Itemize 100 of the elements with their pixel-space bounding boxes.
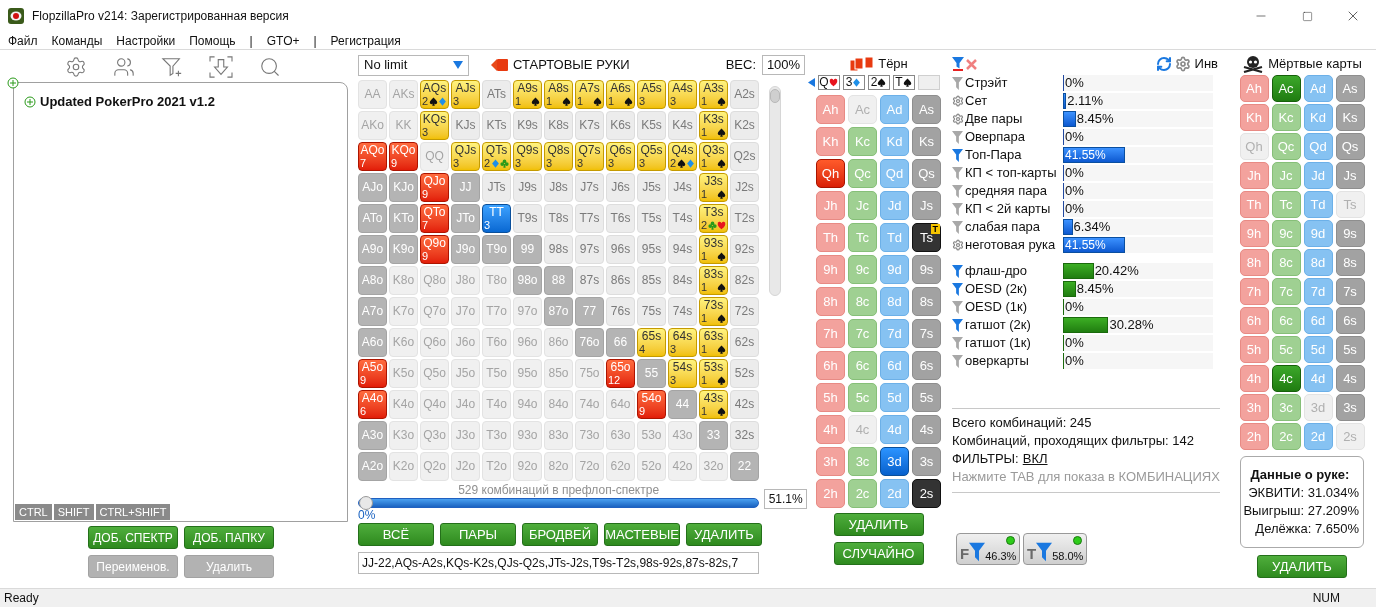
hand-cell[interactable]: Q6s 3	[606, 142, 635, 171]
hand-cell[interactable]: 77	[575, 297, 604, 326]
hand-cell[interactable]: A3s 1	[699, 80, 728, 109]
expand-icon[interactable]	[22, 95, 38, 108]
hand-cell[interactable]: K9o	[389, 235, 418, 264]
hand-cell[interactable]: 87o	[544, 297, 573, 326]
card-tile[interactable]: 4s	[1335, 365, 1365, 392]
card-tile[interactable]: 7c	[1271, 278, 1301, 305]
filter-preset-button[interactable]: T 58.0%	[1023, 533, 1087, 565]
hand-cell[interactable]: J6s	[606, 173, 635, 202]
hand-cell[interactable]: 72o	[575, 452, 604, 481]
hand-cell[interactable]: A3o	[358, 421, 387, 450]
hand-cell[interactable]: AQs 2	[420, 80, 449, 109]
hand-cell[interactable]: T3o	[482, 421, 511, 450]
card-tile[interactable]: 7s	[912, 319, 941, 348]
card-tile[interactable]: 9h	[1239, 220, 1269, 247]
hand-cell[interactable]: QTo 7	[420, 204, 449, 233]
board-card[interactable]: T	[892, 75, 915, 90]
hand-cell[interactable]: K2s	[730, 111, 759, 140]
hand-cell[interactable]: 44	[668, 390, 697, 419]
card-tile[interactable]: 2d	[1303, 423, 1333, 450]
hand-cell[interactable]: K8o	[389, 266, 418, 295]
hand-cell[interactable]: T2o	[482, 452, 511, 481]
menu-item[interactable]: |	[313, 31, 317, 50]
card-tile[interactable]: Js	[912, 191, 941, 220]
hand-cell[interactable]: 83s 1	[699, 266, 728, 295]
hand-cell[interactable]: 54o 9	[637, 390, 666, 419]
hand-cell[interactable]: 76s	[606, 297, 635, 326]
hand-cell[interactable]: A4s 3	[668, 80, 697, 109]
card-tile[interactable]: Tc	[848, 223, 877, 252]
hand-cell[interactable]: A2s	[730, 80, 759, 109]
hand-cell[interactable]: Q8o	[420, 266, 449, 295]
hand-cell[interactable]: 62s	[730, 328, 759, 357]
card-tile[interactable]: 3d	[880, 447, 909, 476]
hand-cell[interactable]: Q3o	[420, 421, 449, 450]
filter-preset-button[interactable]: F 46.3%	[956, 533, 1020, 565]
card-tile[interactable]: Ac	[848, 95, 877, 124]
hand-cell[interactable]: AKs	[389, 80, 418, 109]
hand-cell[interactable]: TT 3	[482, 204, 511, 233]
card-tile[interactable]: Th	[1239, 191, 1269, 218]
card-tile[interactable]: 4s	[912, 415, 941, 444]
action-button[interactable]: СЛУЧАЙНО	[833, 542, 924, 565]
hand-cell[interactable]: 72s	[730, 297, 759, 326]
modifier-tab[interactable]: CTRL	[15, 504, 52, 520]
hand-cell[interactable]: T5s	[637, 204, 666, 233]
card-tile[interactable]: 2d	[880, 479, 909, 508]
hand-cell[interactable]: Q5s 3	[637, 142, 666, 171]
card-tile[interactable]: 9s	[1335, 220, 1365, 247]
hand-cell[interactable]: Q3s 1	[699, 142, 728, 171]
card-tile[interactable]: 5s	[1335, 336, 1365, 363]
hand-cell[interactable]: J3s 1	[699, 173, 728, 202]
hand-cell[interactable]: K3o	[389, 421, 418, 450]
preflop-slider[interactable]	[358, 498, 760, 508]
action-button[interactable]: УДАЛИТЬ	[686, 523, 762, 546]
search-icon[interactable]	[259, 56, 281, 78]
card-tile[interactable]: 4h	[1239, 365, 1269, 392]
hand-cell[interactable]: A7s 1	[575, 80, 604, 109]
card-tile[interactable]: 6d	[880, 351, 909, 380]
action-button[interactable]: УДАЛИТЬ	[1257, 555, 1347, 579]
hand-cell[interactable]: Q4s 2	[668, 142, 697, 171]
card-tile[interactable]: 6s	[1335, 307, 1365, 334]
card-tile[interactable]: Kh	[1239, 104, 1269, 131]
tree-item[interactable]: Updated PokerPro 2021 v1.2	[40, 92, 215, 112]
hand-cell[interactable]: K2o	[389, 452, 418, 481]
hand-cell[interactable]: AJo	[358, 173, 387, 202]
hand-cell[interactable]: 98o	[513, 266, 542, 295]
hand-cell[interactable]: A9o	[358, 235, 387, 264]
hand-cell[interactable]: K6o	[389, 328, 418, 357]
settings-icon[interactable]	[1174, 56, 1191, 72]
weight-field[interactable]: 100%	[762, 55, 805, 75]
hand-cell[interactable]: 43s 1	[699, 390, 728, 419]
range-field[interactable]: JJ-22,AQs-A2s,KQs-K2s,QJs-Q2s,JTs-J2s,T9s-T2s,98s-92s,87s-82s,7	[358, 552, 759, 574]
card-tile[interactable]: As	[912, 95, 941, 124]
card-tile[interactable]: Th	[816, 223, 845, 252]
hand-cell[interactable]: Q4o	[420, 390, 449, 419]
settings-icon[interactable]	[65, 56, 87, 78]
card-tile[interactable]: Jh	[816, 191, 845, 220]
hand-cell[interactable]: 65s 4	[637, 328, 666, 357]
hand-cell[interactable]: Q7s 3	[575, 142, 604, 171]
invert-toggle[interactable]: Инв	[1194, 54, 1218, 74]
card-tile[interactable]: Jd	[1303, 162, 1333, 189]
hand-cell[interactable]: 33	[699, 421, 728, 450]
menu-item[interactable]: Команды	[51, 31, 103, 50]
filter-icon[interactable]	[952, 336, 963, 350]
expand-icon[interactable]	[7, 77, 19, 89]
action-button[interactable]: БРОДВЕЙ	[522, 523, 598, 546]
hand-cell[interactable]: J9s	[513, 173, 542, 202]
hand-cell[interactable]: 92o	[513, 452, 542, 481]
hand-cell[interactable]: A6s 1	[606, 80, 635, 109]
card-tile[interactable]: Jc	[1271, 162, 1301, 189]
hand-cell[interactable]: 83o	[544, 421, 573, 450]
hand-cell[interactable]: A2o	[358, 452, 387, 481]
hand-cell[interactable]: 85o	[544, 359, 573, 388]
card-tile[interactable]: Ac	[1271, 75, 1301, 102]
card-tile[interactable]: 4c	[848, 415, 877, 444]
card-tile[interactable]: 5h	[816, 383, 845, 412]
hand-cell[interactable]: 52o	[637, 452, 666, 481]
card-tile[interactable]: Ks	[912, 127, 941, 156]
hand-cell[interactable]: T9o	[482, 235, 511, 264]
hand-cell[interactable]: A9s 1	[513, 80, 542, 109]
